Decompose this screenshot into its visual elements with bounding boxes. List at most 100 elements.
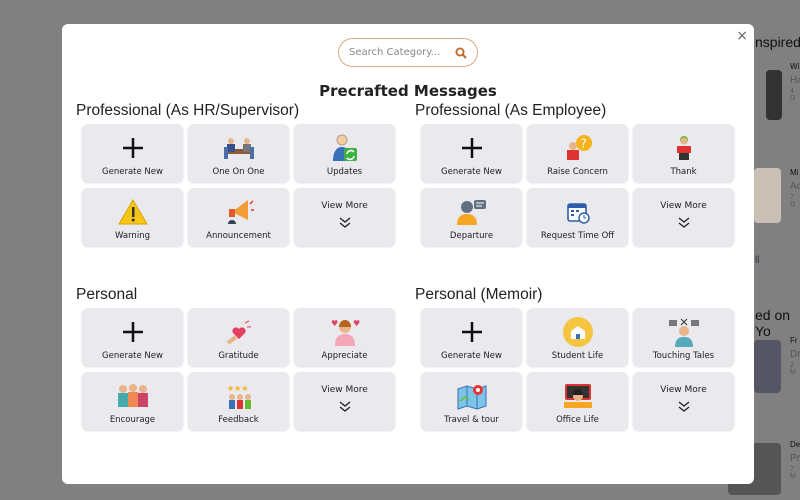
card-label: Generate New [102, 167, 163, 177]
user-refresh-icon [331, 133, 359, 163]
card-label: Feedback [218, 415, 259, 425]
section-professional-as-employee: Professional (As Employee) Generate New? R… [415, 102, 735, 246]
bg-item-text: 7 M [790, 466, 796, 480]
card-label: Travel & tour [444, 415, 499, 425]
card-thank[interactable]: Thank [633, 124, 734, 182]
card-request-time-off[interactable]: Request Time Off [527, 188, 628, 246]
search-icon[interactable] [455, 47, 467, 59]
card-label: Generate New [441, 167, 502, 177]
megaphone-icon [224, 197, 254, 227]
thank-person-icon [672, 133, 696, 163]
person-speech-icon [456, 197, 488, 227]
card-label: View More [321, 385, 368, 395]
card-generate-new[interactable]: Generate New [421, 124, 522, 182]
card-label: Request Time Off [540, 231, 615, 241]
svg-text:♥: ♥ [353, 319, 360, 328]
stars-people-icon: ★★★ [224, 381, 254, 411]
card-departure[interactable]: Departure [421, 188, 522, 246]
card-label: Gratitude [218, 351, 259, 361]
card-generate-new[interactable]: Generate New [82, 124, 183, 182]
bg-item-text: Wi [790, 62, 800, 71]
card-announcement[interactable]: Announcement [188, 188, 289, 246]
chevrons-down-icon [338, 214, 352, 233]
bg-heading-inspired: nspired [755, 34, 800, 50]
school-icon [562, 317, 593, 347]
section-heading: Professional (As HR/Supervisor) [76, 102, 300, 119]
section-personal-memoir: Personal (Memoir) Generate New Student Lif… [415, 286, 735, 430]
card-encourage[interactable]: Encourage [82, 372, 183, 430]
category-grid: Generate New Student Life Touching Tales Tr… [421, 308, 734, 430]
precrafted-messages-modal: × Precrafted Messages Professional (As H… [62, 24, 754, 484]
card-label: View More [660, 201, 707, 211]
card-label: View More [321, 201, 368, 211]
bg-item-text: Ha [790, 75, 800, 86]
bg-item-text: 4 D [790, 88, 796, 102]
card-label: Announcement [206, 231, 271, 241]
svg-text:?: ? [580, 137, 586, 151]
bg-thumb [754, 168, 781, 223]
heart-hand-icon [225, 317, 253, 347]
bg-thumb [754, 340, 781, 393]
card-travel-tour[interactable]: Travel & tour [421, 372, 522, 430]
card-label: Student Life [551, 351, 604, 361]
card-label: Raise Concern [547, 167, 608, 177]
bg-heading-based-on: ed on Yo [755, 307, 791, 339]
card-label: Touching Tales [652, 351, 715, 361]
storyteller-icon [667, 317, 701, 347]
card-label: Updates [326, 167, 363, 177]
card-label: Departure [449, 231, 494, 241]
view-more-button[interactable]: View More [294, 372, 395, 430]
card-gratitude[interactable]: Gratitude [188, 308, 289, 366]
card-updates[interactable]: Updates [294, 124, 395, 182]
svg-text:♥: ♥ [331, 319, 338, 328]
map-icon [456, 381, 488, 411]
bg-view-all-link[interactable]: ll [755, 255, 759, 266]
office-icon [562, 381, 594, 411]
chevrons-down-icon [677, 214, 691, 233]
view-more-button[interactable]: View More [294, 188, 395, 246]
bg-item-text: Ac [790, 181, 800, 192]
bg-item-text: Pr [790, 453, 800, 464]
section-professional-as-hr-supervisor: Professional (As HR/Supervisor) Generate … [76, 102, 396, 246]
card-raise-concern[interactable]: ? Raise Concern [527, 124, 628, 182]
warning-icon [117, 197, 148, 227]
section-heading: Professional (As Employee) [415, 102, 607, 119]
plus-icon [121, 317, 145, 347]
view-more-button[interactable]: View More [633, 188, 734, 246]
card-feedback[interactable]: ★★★ Feedback [188, 372, 289, 430]
meeting-icon [222, 133, 256, 163]
card-office-life[interactable]: Office Life [527, 372, 628, 430]
woman-hearts-icon: ♥ ♥ [330, 317, 360, 347]
bg-item-text: Dr [790, 349, 800, 360]
category-grid: Generate New Gratitude ♥ ♥ Appreciate Encoura… [82, 308, 395, 430]
search-input[interactable] [349, 47, 449, 58]
category-grid: Generate New? Raise Concern Thank Departure… [421, 124, 734, 246]
card-label: Office Life [556, 415, 599, 425]
card-label: Appreciate [321, 351, 368, 361]
card-student-life[interactable]: Student Life [527, 308, 628, 366]
bg-item-text: 2 M [790, 362, 796, 376]
page-title: Precrafted Messages [319, 82, 497, 100]
card-label: Thank [670, 167, 697, 177]
card-label: Encourage [109, 415, 156, 425]
bg-item-text: Mi [790, 168, 799, 177]
chevrons-down-icon [677, 398, 691, 417]
close-button[interactable]: × [736, 28, 748, 44]
card-touching-tales[interactable]: Touching Tales [633, 308, 734, 366]
bg-thumb [766, 70, 782, 120]
card-label: One On One [212, 167, 265, 177]
card-warning[interactable]: Warning [82, 188, 183, 246]
card-appreciate[interactable]: ♥ ♥ Appreciate [294, 308, 395, 366]
plus-icon [460, 317, 484, 347]
section-personal: Personal Generate New Gratitude ♥ ♥ Appreciat… [76, 286, 396, 430]
card-one-on-one[interactable]: One On One [188, 124, 289, 182]
plus-icon [121, 133, 145, 163]
card-generate-new[interactable]: Generate New [421, 308, 522, 366]
chevrons-down-icon [338, 398, 352, 417]
category-grid: Generate New One On One Updates Warning Anno… [82, 124, 395, 246]
card-label: Generate New [441, 351, 502, 361]
search-box[interactable] [338, 38, 478, 67]
card-generate-new[interactable]: Generate New [82, 308, 183, 366]
view-more-button[interactable]: View More [633, 372, 734, 430]
bg-item-text: Fr [790, 336, 798, 345]
